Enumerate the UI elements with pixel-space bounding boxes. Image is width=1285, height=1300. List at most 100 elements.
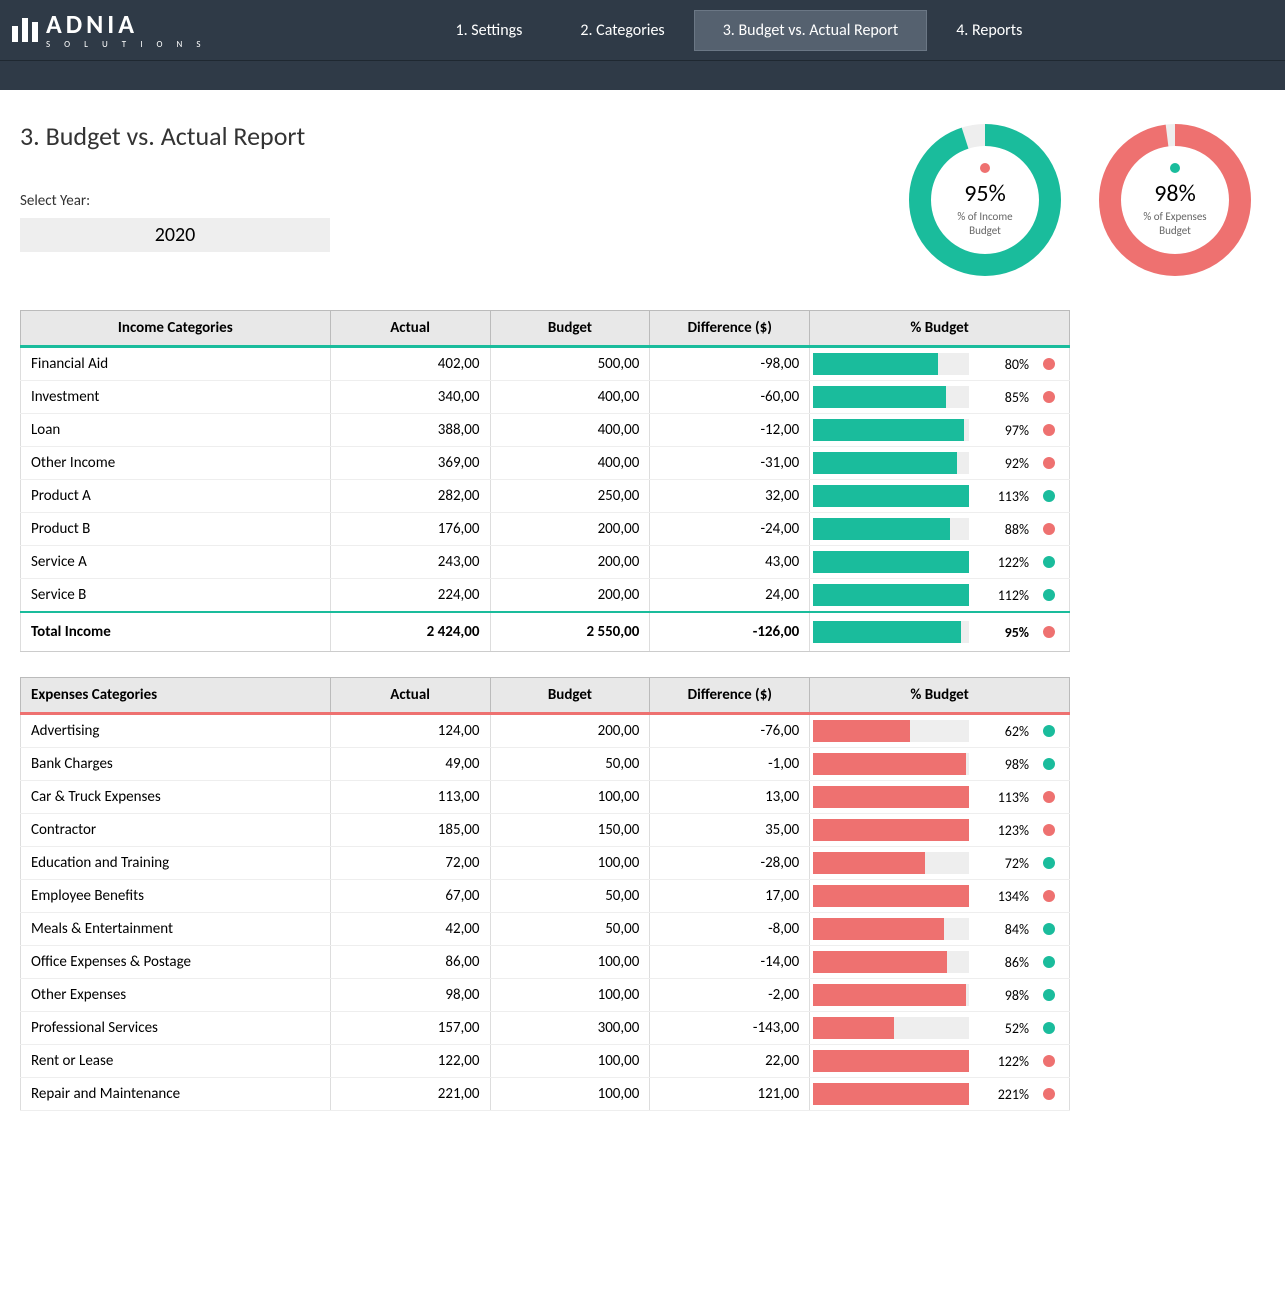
pct-text: 92% <box>969 455 1029 472</box>
table-row: Service A 243,00 200,00 43,00 122% <box>21 546 1070 579</box>
status-dot-icon <box>1043 890 1055 902</box>
cell-actual: 243,00 <box>330 546 490 579</box>
cell-category: Professional Services <box>21 1012 331 1045</box>
pct-text: 88% <box>969 521 1029 538</box>
cell-budget: 200,00 <box>490 714 650 748</box>
year-select[interactable]: 2020 <box>20 218 330 252</box>
cell-diff: 13,00 <box>650 781 810 814</box>
status-dot-icon <box>1043 758 1055 770</box>
status-dot-icon <box>1043 956 1055 968</box>
th-diff: Difference ($) <box>650 311 810 347</box>
status-dot-icon <box>1043 457 1055 469</box>
bar-track <box>813 584 969 606</box>
total-row: Total Income 2 424,00 2 550,00 -126,00 9… <box>21 612 1070 652</box>
pct-text: 97% <box>969 422 1029 439</box>
pct-text: 84% <box>969 921 1029 938</box>
pct-text: 72% <box>969 855 1029 872</box>
pct-text: 98% <box>969 756 1029 773</box>
cell-category: Total Income <box>21 612 331 652</box>
table-row: Meals & Entertainment 42,00 50,00 -8,00 … <box>21 913 1070 946</box>
status-dot-icon <box>1043 391 1055 403</box>
bar-fill <box>813 819 969 841</box>
th-income-cat: Income Categories <box>21 311 331 347</box>
cell-pct-budget: 95% <box>810 612 1070 652</box>
cell-category: Service A <box>21 546 331 579</box>
bar-fill <box>813 1050 969 1072</box>
pct-text: 122% <box>969 1053 1029 1070</box>
bar-fill <box>813 452 956 474</box>
bar-track <box>813 984 969 1006</box>
cell-diff: -12,00 <box>650 414 810 447</box>
bar-track <box>813 720 969 742</box>
page-title: 3. Budget vs. Actual Report <box>20 120 330 152</box>
cell-budget: 300,00 <box>490 1012 650 1045</box>
table-row: Education and Training 72,00 100,00 -28,… <box>21 847 1070 880</box>
th-budget: Budget <box>490 311 650 347</box>
cell-actual: 122,00 <box>330 1045 490 1078</box>
cell-category: Office Expenses & Postage <box>21 946 331 979</box>
status-dot-icon <box>1043 923 1055 935</box>
nav-tab[interactable]: 1. Settings <box>427 10 552 51</box>
cell-actual: 42,00 <box>330 913 490 946</box>
cell-diff: -1,00 <box>650 748 810 781</box>
bar-track <box>813 518 969 540</box>
table-row: Bank Charges 49,00 50,00 -1,00 98% <box>21 748 1070 781</box>
cell-actual: 49,00 <box>330 748 490 781</box>
th-budget: Budget <box>490 678 650 714</box>
cell-budget: 200,00 <box>490 546 650 579</box>
bar-track <box>813 1017 969 1039</box>
cell-actual: 72,00 <box>330 847 490 880</box>
status-dot-icon <box>1043 857 1055 869</box>
status-dot-icon <box>1043 523 1055 535</box>
cell-category: Repair and Maintenance <box>21 1078 331 1111</box>
nav-tab[interactable]: 2. Categories <box>551 10 693 51</box>
cell-diff: -98,00 <box>650 347 810 381</box>
table-row: Employee Benefits 67,00 50,00 17,00 134% <box>21 880 1070 913</box>
cell-pct-budget: 122% <box>810 546 1070 579</box>
cell-budget: 200,00 <box>490 579 650 613</box>
cell-category: Bank Charges <box>21 748 331 781</box>
bar-fill <box>813 551 969 573</box>
cell-actual: 282,00 <box>330 480 490 513</box>
bar-track <box>813 419 969 441</box>
bar-fill <box>813 1083 969 1105</box>
status-dot-icon <box>1043 626 1055 638</box>
cell-category: Other Income <box>21 447 331 480</box>
cell-actual: 157,00 <box>330 1012 490 1045</box>
cell-category: Loan <box>21 414 331 447</box>
pct-text: 52% <box>969 1020 1029 1037</box>
pct-text: 85% <box>969 389 1029 406</box>
bar-fill <box>813 984 966 1006</box>
cell-pct-budget: 221% <box>810 1078 1070 1111</box>
table-row: Product B 176,00 200,00 -24,00 88% <box>21 513 1070 546</box>
bar-fill <box>813 918 944 940</box>
cell-budget: 100,00 <box>490 1045 650 1078</box>
cell-category: Financial Aid <box>21 347 331 381</box>
cell-diff: -14,00 <box>650 946 810 979</box>
nav-tab[interactable]: 3. Budget vs. Actual Report <box>694 10 928 51</box>
gauge-dot-icon <box>980 163 990 173</box>
nav-tab[interactable]: 4. Reports <box>927 10 1051 51</box>
cell-category: Service B <box>21 579 331 613</box>
bar-fill <box>813 1017 894 1039</box>
cell-budget: 50,00 <box>490 913 650 946</box>
cell-diff: -24,00 <box>650 513 810 546</box>
cell-actual: 2 424,00 <box>330 612 490 652</box>
pct-text: 113% <box>969 789 1029 806</box>
cell-budget: 200,00 <box>490 513 650 546</box>
table-row: Contractor 185,00 150,00 35,00 123% <box>21 814 1070 847</box>
cell-actual: 124,00 <box>330 714 490 748</box>
cell-pct-budget: 86% <box>810 946 1070 979</box>
bar-fill <box>813 584 969 606</box>
cell-budget: 2 550,00 <box>490 612 650 652</box>
pct-text: 122% <box>969 554 1029 571</box>
cell-actual: 369,00 <box>330 447 490 480</box>
status-dot-icon <box>1043 1022 1055 1034</box>
cell-category: Education and Training <box>21 847 331 880</box>
expense-gauge-pct: 98% <box>1154 179 1195 208</box>
gauges: 95% % of IncomeBudget 98% % of ExpensesB… <box>905 120 1255 280</box>
cell-budget: 150,00 <box>490 814 650 847</box>
status-dot-icon <box>1043 989 1055 1001</box>
cell-pct-budget: 98% <box>810 748 1070 781</box>
th-actual: Actual <box>330 311 490 347</box>
